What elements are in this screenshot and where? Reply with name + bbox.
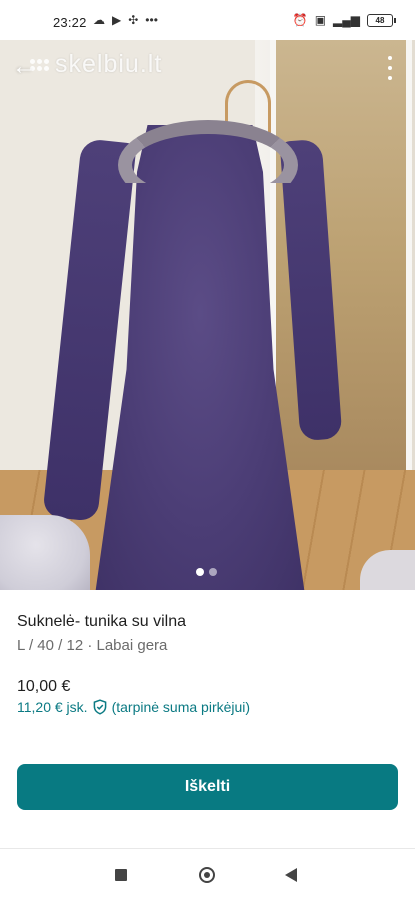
status-bar: 23:22 ☁ ▶ ✣ ••• ⏰ ▣ ▂▄▆ 48 — [0, 0, 415, 40]
arrow-left-icon: ← — [12, 53, 36, 80]
signal-icon: ▂▄▆ — [333, 13, 360, 27]
fee-note: (tarpinė suma pirkėjui) — [111, 699, 251, 715]
navbar-divider — [0, 848, 415, 849]
page-dot-2[interactable] — [209, 568, 217, 576]
watermark-text: skelbiu.lt — [55, 50, 163, 78]
cloud-icon: ☁ — [93, 13, 105, 27]
listing-price: 10,00 € — [17, 678, 71, 695]
watermark: skelbiu.lt — [30, 50, 162, 79]
youtube-icon: ▶ — [112, 13, 122, 27]
listing-title: Suknelė- tunika su vilna — [17, 613, 186, 630]
overflow-menu-button[interactable] — [385, 56, 395, 80]
price-with-fee[interactable]: 11,20 € jsk. (tarpinė suma pirkėjui) — [17, 699, 250, 715]
promote-button[interactable]: Iškelti — [17, 764, 398, 810]
photo-pagination — [196, 568, 217, 576]
back-icon[interactable] — [285, 868, 297, 882]
volte-icon: ▣ — [314, 13, 327, 27]
status-system-icons: ⏰ ▣ ▂▄▆ 48 — [292, 13, 396, 27]
more-vert-icon — [388, 56, 392, 60]
home-icon[interactable] — [199, 867, 215, 883]
back-button[interactable]: ← — [12, 55, 38, 81]
status-notification-icons: ☁ ▶ ✣ ••• — [93, 13, 158, 27]
system-navbar — [0, 850, 415, 900]
more-icon: ••• — [145, 13, 158, 27]
alarm-icon: ⏰ — [292, 13, 308, 27]
listing-photo[interactable] — [0, 40, 415, 590]
listing-details: L / 40 / 12 · Labai gera — [17, 637, 168, 654]
status-time: 23:22 — [53, 15, 87, 30]
battery-icon: 48 — [367, 13, 396, 27]
price-with-fee-value: 11,20 € jsk. — [17, 699, 88, 715]
photo-pillow — [0, 515, 90, 590]
shield-check-icon — [93, 699, 106, 715]
recent-apps-icon[interactable] — [115, 869, 127, 881]
grid-icon: ✣ — [128, 13, 139, 27]
page-dot-1[interactable] — [196, 568, 204, 576]
